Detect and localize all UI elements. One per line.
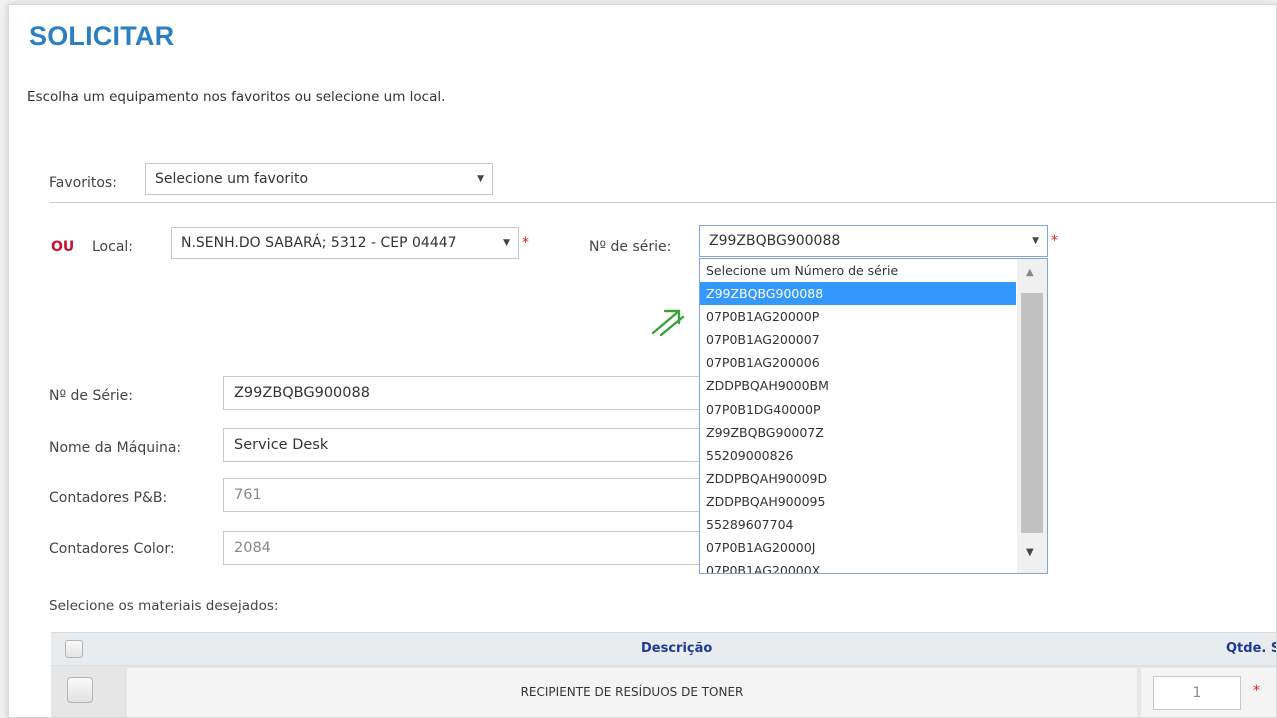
favorites-select[interactable]: Selecione um favorito ▼	[145, 163, 493, 195]
instructions-text: Escolha um equipamento nos favoritos ou …	[27, 89, 446, 105]
dropdown-option[interactable]: 07P0B1AG20000P	[700, 305, 1016, 328]
dropdown-option[interactable]: 07P0B1AG20000J	[700, 536, 1016, 559]
favorites-label: Favoritos:	[49, 175, 117, 191]
double-arrow-pointer-icon	[651, 309, 685, 337]
page-title: SOLICITAR	[29, 21, 175, 51]
counter-color-label: Contadores Color:	[49, 541, 175, 557]
serial-select[interactable]: Z99ZBQBG900088 ▼	[699, 225, 1048, 257]
dropdown-option[interactable]: 55289607704	[700, 513, 1016, 536]
serial-select-value: Z99ZBQBG900088	[709, 233, 841, 249]
counter-pb-field: 761	[223, 478, 703, 512]
serial-field[interactable]: Z99ZBQBG900088	[223, 376, 703, 410]
dropdown-option[interactable]: ZDDPBQAH900095	[700, 490, 1016, 513]
machine-name-label: Nome da Máquina:	[49, 440, 182, 456]
quantity-input[interactable]: 1	[1153, 676, 1241, 710]
location-label: Local:	[92, 239, 134, 255]
scroll-up-icon[interactable]: ▲	[1026, 267, 1034, 278]
row-checkbox[interactable]	[67, 677, 93, 703]
table-row: RECIPIENTE DE RESÍDUOS DE TONER 1 *	[51, 666, 1276, 717]
favorites-select-value: Selecione um favorito	[155, 171, 309, 187]
scroll-down-icon[interactable]: ▼	[1026, 547, 1034, 558]
row-check-cell	[51, 666, 123, 717]
dropdown-option[interactable]: ZDDPBQAH9000BM	[700, 374, 1016, 397]
required-marker: *	[1253, 683, 1260, 699]
dropdown-option[interactable]: Z99ZBQBG90007Z	[700, 421, 1016, 444]
caret-down-icon: ▼	[1032, 236, 1039, 246]
serial-label: Nº de Série:	[49, 388, 133, 404]
location-select-value: N.SENH.DO SABARÁ; 5312 - CEP 04447	[181, 235, 457, 251]
caret-down-icon: ▼	[503, 238, 510, 248]
dropdown-option[interactable]: Z99ZBQBG900088	[700, 282, 1016, 306]
machine-name-field[interactable]: Service Desk	[223, 428, 703, 462]
required-marker: *	[522, 235, 529, 251]
dropdown-placeholder-option[interactable]: Selecione um Número de série	[700, 259, 1016, 282]
row-quantity-cell: 1 *	[1141, 668, 1276, 717]
location-select[interactable]: N.SENH.DO SABARÁ; 5312 - CEP 04447 ▼	[171, 227, 519, 259]
dropdown-option[interactable]: 55209000826	[700, 444, 1016, 467]
serial-options: Selecione um Número de série Z99ZBQBG9000…	[700, 259, 1016, 573]
row-description: RECIPIENTE DE RESÍDUOS DE TONER	[127, 668, 1137, 717]
section-divider	[49, 202, 1276, 203]
solicitar-panel: SOLICITAR Escolha um equipamento nos fav…	[8, 4, 1277, 718]
dropdown-option[interactable]: 07P0B1AG200006	[700, 351, 1016, 374]
dropdown-option[interactable]: 07P0B1AG20000X	[700, 559, 1016, 573]
required-marker: *	[1051, 233, 1058, 249]
counter-color-field: 2084	[223, 531, 703, 565]
select-all-checkbox[interactable]	[65, 640, 83, 658]
dropdown-option[interactable]: 07P0B1DG40000P	[700, 398, 1016, 421]
materials-label: Selecione os materiais desejados:	[49, 598, 279, 614]
column-description[interactable]: Descrição	[641, 641, 712, 656]
serial-select-label: Nº de série:	[589, 239, 672, 255]
dropdown-scrollbar[interactable]: ▲ ▼	[1017, 259, 1047, 573]
caret-down-icon: ▼	[477, 174, 484, 184]
serial-dropdown-list[interactable]: Selecione um Número de série Z99ZBQBG9000…	[699, 258, 1048, 574]
or-label: OU	[51, 239, 75, 255]
dropdown-option[interactable]: 07P0B1AG200007	[700, 328, 1016, 351]
counter-pb-label: Contadores P&B:	[49, 490, 168, 506]
materials-table-header: Descrição Qtde. Solicit	[51, 632, 1276, 666]
dropdown-option[interactable]: ZDDPBQAH90009D	[700, 467, 1016, 490]
column-quantity[interactable]: Qtde. Solicit	[1226, 641, 1276, 656]
scrollbar-thumb[interactable]	[1021, 293, 1043, 533]
